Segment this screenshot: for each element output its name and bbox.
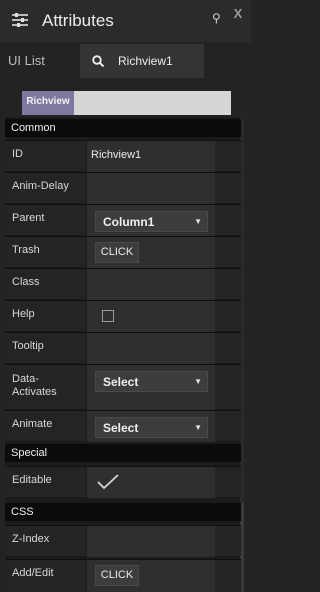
checkmark-icon	[97, 474, 119, 490]
breadcrumb: Richview	[22, 91, 231, 115]
help-checkbox[interactable]	[102, 310, 114, 322]
row-editable: Editable	[5, 466, 241, 498]
data-activates-cell: Select ▼	[86, 365, 215, 410]
ui-list-label: UI List	[8, 53, 45, 68]
row-label-line1: Data-	[12, 373, 39, 385]
trash-click-button[interactable]: CLICK	[95, 242, 139, 263]
class-field[interactable]	[86, 269, 215, 300]
animate-select[interactable]: Select ▼	[95, 417, 208, 438]
row-data-activates: Data- Activates Select ▼	[5, 364, 241, 410]
data-activates-value: Select	[103, 375, 139, 389]
row-label-line2: Activates	[12, 386, 57, 398]
row-class: Class	[5, 268, 241, 300]
id-field[interactable]: Richview1	[86, 141, 215, 172]
row-label: Trash	[12, 244, 40, 256]
row-label: ID	[12, 148, 23, 160]
ui-list-search[interactable]: Richview1	[80, 44, 204, 78]
chevron-down-icon: ▼	[194, 217, 202, 226]
animate-cell: Select ▼	[86, 411, 215, 442]
row-id: ID Richview1	[5, 140, 241, 172]
row-parent: Parent Column1 ▼	[5, 204, 241, 236]
title-bar: Attributes ⚲ X	[0, 0, 251, 42]
row-label: Add/Edit	[12, 567, 54, 579]
search-value: Richview1	[118, 54, 173, 68]
row-label: Data- Activates	[12, 373, 57, 399]
help-cell	[86, 301, 215, 332]
parent-select[interactable]: Column1 ▼	[95, 211, 208, 232]
section-css: CSS	[5, 503, 241, 521]
panel-title: Attributes	[42, 11, 114, 30]
data-activates-select[interactable]: Select ▼	[95, 371, 208, 392]
section-special: Special	[5, 444, 241, 462]
row-label: Help	[12, 308, 35, 320]
chevron-down-icon: ▼	[194, 377, 202, 386]
row-add-edit: Add/Edit CLICK	[5, 559, 241, 592]
close-icon[interactable]: X	[228, 5, 248, 23]
row-label: Parent	[12, 212, 45, 224]
z-index-field[interactable]	[86, 526, 215, 557]
row-label: Z-Index	[12, 533, 50, 545]
row-trash: Trash CLICK	[5, 236, 241, 268]
trash-cell: CLICK	[86, 237, 215, 268]
row-z-index: Z-Index	[5, 525, 241, 557]
row-tooltip: Tooltip	[5, 332, 241, 364]
animate-value: Select	[103, 421, 139, 435]
tooltip-field[interactable]	[86, 333, 215, 364]
pin-icon[interactable]: ⚲	[212, 11, 221, 25]
id-value: Richview1	[91, 149, 142, 161]
add-edit-click-button[interactable]: CLICK	[95, 565, 139, 586]
row-animate: Animate Select ▼	[5, 410, 241, 442]
editable-cell[interactable]	[86, 467, 215, 498]
row-anim-delay: Anim-Delay	[5, 172, 241, 204]
row-label: Anim-Delay	[12, 180, 69, 192]
breadcrumb-chip[interactable]: Richview	[22, 91, 74, 115]
row-label: Class	[12, 276, 40, 288]
row-help: Help	[5, 300, 241, 332]
row-label: Animate	[12, 418, 53, 430]
parent-value: Column1	[103, 215, 155, 229]
sliders-icon[interactable]	[12, 13, 28, 27]
chevron-down-icon: ▼	[194, 423, 202, 432]
anim-delay-field[interactable]	[86, 173, 215, 204]
add-edit-cell: CLICK	[86, 560, 215, 592]
parent-cell: Column1 ▼	[86, 205, 215, 236]
section-common: Common	[5, 119, 241, 137]
row-label: Editable	[12, 474, 52, 486]
search-icon	[92, 55, 104, 67]
row-label: Tooltip	[12, 340, 44, 352]
